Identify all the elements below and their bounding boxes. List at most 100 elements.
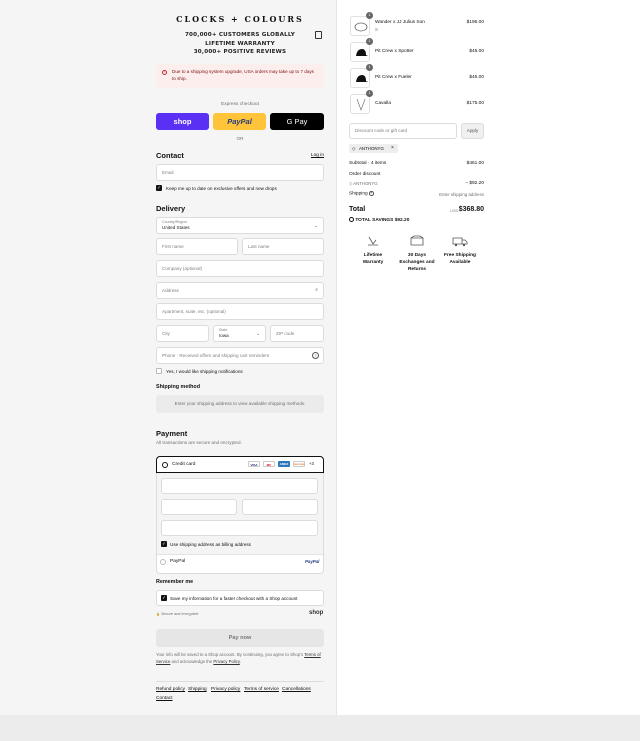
item-name: Wander x JJ Julius Son (375, 20, 425, 25)
perk-line: 30 Days (407, 253, 427, 258)
paypal-radio[interactable] (160, 559, 166, 565)
zip-field[interactable]: ZIP code (270, 325, 324, 342)
quantity-badge: 1 (366, 64, 373, 71)
lock-icon: 🔒 (156, 612, 160, 616)
card-number-field[interactable] (161, 478, 318, 494)
truck-icon (452, 237, 468, 247)
or-divider: OR (236, 136, 244, 141)
last-name-field[interactable]: Last name (242, 238, 324, 255)
total-savings-value: $92.20 (394, 217, 410, 223)
item-price: $175.00 (466, 101, 484, 106)
state-select[interactable]: State Iowa ⌄ (213, 325, 266, 342)
alert-icon: ! (162, 70, 167, 75)
footer-shipping-link[interactable]: Shipping (188, 687, 207, 692)
save-info-checkbox[interactable]: ✓ (161, 595, 167, 601)
billing-same-checkbox[interactable]: ✓ (161, 541, 167, 547)
savings-icon (349, 217, 354, 222)
delivery-heading: Delivery (156, 204, 186, 213)
discount-tag-code: ANTHONYG (359, 146, 384, 151)
promo-stats: 700,000+ CUSTOMERS GLOBALLY LIFETIME WAR… (156, 31, 324, 57)
discount-code-field[interactable]: Discount code or gift card (349, 123, 457, 139)
product-thumbnail (350, 16, 370, 36)
product-thumbnail (350, 42, 370, 62)
footer-divider (156, 681, 324, 682)
legal-line: Your info will be saved to a Shop accoun… (156, 652, 304, 657)
country-select[interactable]: Country/Region United States ⌄ (156, 217, 324, 234)
perk-line: Free Shipping (444, 253, 476, 258)
item-price: $196.00 (466, 20, 484, 25)
payment-heading: Payment (156, 429, 188, 438)
footer-privacy-link[interactable]: Privacy policy (211, 687, 240, 692)
paypal-button[interactable]: PayPal (213, 113, 266, 130)
footer-contact-link[interactable]: Contact (156, 696, 173, 701)
close-icon[interactable]: × (391, 144, 394, 153)
email-field[interactable]: Email (156, 164, 324, 181)
phone-placeholder: Phone · Received offers and shipping car… (162, 353, 270, 358)
item-name: Cavalla (375, 101, 391, 106)
stat-reviews: 30,000+ POSITIVE REVIEWS (193, 49, 287, 56)
legal-end: . (239, 658, 241, 664)
search-icon: ⌕ (315, 287, 318, 293)
address-field[interactable]: Address ⌕ (156, 282, 324, 299)
shop-pay-button[interactable]: shop (156, 113, 209, 130)
credit-card-radio[interactable] (162, 461, 168, 468)
company-field[interactable]: Company (optional) (156, 260, 324, 277)
footer-cancellations-link[interactable]: Cancellations (282, 687, 311, 692)
paypal-option-label[interactable]: PayPal (170, 559, 185, 564)
first-name-field[interactable]: First name (156, 238, 238, 255)
shipping-value: Enter shipping address (439, 192, 484, 197)
product-thumbnail (350, 68, 370, 88)
order-discount-label: Order discount (349, 172, 381, 177)
item-name: Pit Crew x Fueler (375, 75, 412, 80)
remember-me-heading: Remember me (156, 579, 194, 585)
quantity-badge: 1 (366, 12, 373, 19)
perk-line: Lifetime (363, 253, 383, 258)
perk-line: Returns (407, 266, 427, 272)
warranty-icon (368, 236, 378, 246)
alert-text: Due to a shipping system upgrade, USA or… (172, 69, 314, 81)
footer-refund-link[interactable]: Refund policy (156, 687, 185, 692)
visa-icon: VISA (248, 461, 260, 467)
pay-now-button[interactable]: Pay now (156, 629, 324, 647)
apply-button[interactable]: Apply (461, 123, 484, 139)
shipping-alert: ! Due to a shipping system upgrade, USA … (156, 64, 324, 88)
shipping-notify-checkbox[interactable] (156, 368, 162, 374)
save-info-label: Save my information for a faster checkou… (170, 596, 298, 601)
product-thumbnail (350, 94, 370, 114)
newsletter-label: Keep me up to date on exclusive offers a… (166, 186, 277, 191)
shipping-notify-label: Yes, I would like shipping notifications (166, 369, 243, 374)
brand-logo[interactable]: CLOCKS + COLOURS (156, 14, 324, 24)
more-cards-badge: +3 (309, 461, 314, 466)
quantity-badge: 1 (366, 38, 373, 45)
phone-field[interactable]: Phone · Received offers and shipping car… (156, 347, 324, 364)
city-field[interactable]: City (156, 325, 209, 342)
google-pay-button[interactable]: G Pay (270, 113, 324, 130)
total-savings: TOTAL SAVINGS $92.20 (349, 217, 409, 223)
state-value: Iowa (219, 333, 229, 338)
card-cvc-field[interactable] (242, 499, 318, 515)
contact-heading: Contact (156, 151, 184, 160)
discount-tag: ◇ ANTHONYG × (349, 144, 398, 153)
help-icon[interactable]: ? (312, 352, 319, 359)
privacy-link[interactable]: Privacy Policy (213, 659, 239, 664)
shipping-method-note: Enter your shipping address to view avai… (156, 395, 324, 413)
chevron-down-icon: ⌄ (314, 223, 318, 228)
help-icon[interactable]: ? (369, 191, 374, 196)
total-savings-label: TOTAL SAVINGS (355, 217, 394, 223)
apartment-field[interactable]: Apartment, suite, etc. (optional) (156, 303, 324, 320)
card-expiry-field[interactable] (161, 499, 237, 515)
cap-icon (356, 75, 368, 82)
mastercard-icon: MC (263, 461, 275, 467)
footer-terms-link[interactable]: Terms of service (244, 687, 279, 692)
newsletter-checkbox[interactable]: ✓ (156, 185, 162, 191)
shipping-label: Shipping ? (349, 191, 374, 197)
necklace-icon (354, 22, 368, 32)
legal-mid: and acknowledge the (171, 658, 213, 664)
total-label: Total (349, 206, 366, 213)
card-name-field[interactable] (161, 520, 318, 536)
perk-returns: 30 Days Exchanges and Returns (395, 253, 439, 273)
payment-subtitle: All transactions are secure and encrypte… (156, 440, 242, 445)
shipping-method-heading: Shipping method (156, 384, 201, 390)
total-value: $368.80 (458, 206, 484, 213)
login-link[interactable]: Log in (300, 153, 324, 158)
